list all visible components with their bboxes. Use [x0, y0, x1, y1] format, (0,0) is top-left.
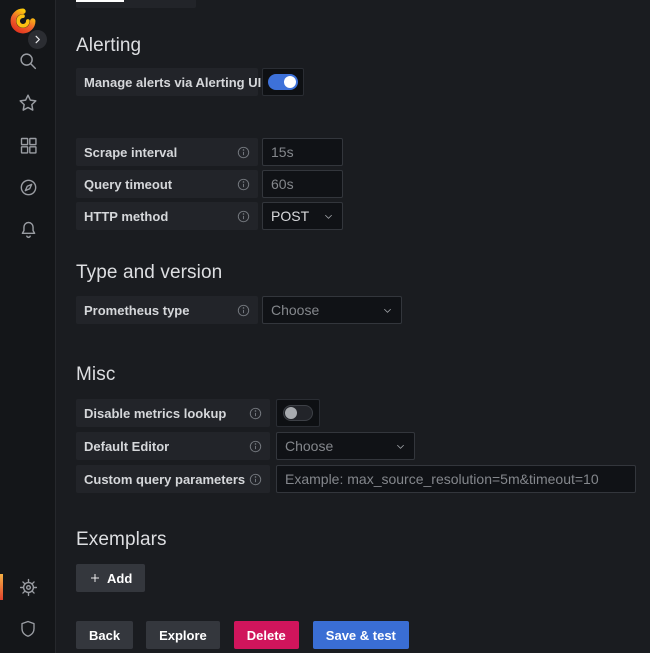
active-underline [76, 0, 124, 2]
chevron-down-icon [395, 441, 406, 452]
chevron-down-icon [382, 305, 393, 316]
truncated-element-top [76, 0, 196, 8]
section-title-misc: Misc [76, 365, 650, 385]
sidebar-item-starred[interactable] [8, 89, 48, 117]
field-row-default-editor: Default Editor Choose [76, 432, 650, 460]
field-label-box: Scrape interval [76, 138, 258, 166]
manage-alerts-toggle[interactable] [262, 68, 304, 96]
field-label-box: Default Editor [76, 432, 270, 460]
add-button-label: Add [107, 571, 132, 586]
default-editor-select[interactable]: Choose [276, 432, 415, 460]
field-label: Query timeout [84, 177, 172, 192]
toggle-knob [285, 407, 297, 419]
apps-grid-icon [18, 135, 39, 156]
sidebar-item-configuration[interactable] [8, 573, 48, 601]
info-icon[interactable] [249, 473, 262, 486]
toggle-knob [284, 76, 296, 88]
misc-group: Disable metrics lookup Default Editor Ch… [76, 399, 650, 493]
bell-icon [18, 219, 39, 240]
field-label: Manage alerts via Alerting UI [84, 75, 261, 90]
disable-metrics-lookup-toggle[interactable] [276, 399, 320, 427]
query-timeout-input[interactable] [262, 170, 343, 198]
field-row-http-method: HTTP method POST [76, 202, 650, 230]
prometheus-type-select[interactable]: Choose [262, 296, 402, 324]
field-label-box: HTTP method [76, 202, 258, 230]
field-row-disable-metrics-lookup: Disable metrics lookup [76, 399, 650, 427]
field-label: HTTP method [84, 209, 168, 224]
toggle-off [283, 405, 313, 421]
section-title-type-and-version: Type and version [76, 263, 650, 283]
sidebar-active-indicator [0, 574, 3, 600]
scrape-interval-input[interactable] [262, 138, 343, 166]
field-row-query-timeout: Query timeout [76, 170, 650, 198]
field-row-manage-alerts: Manage alerts via Alerting UI [76, 68, 650, 96]
default-editor-placeholder: Choose [285, 438, 333, 454]
chevron-down-icon [323, 211, 334, 222]
delete-button[interactable]: Delete [234, 621, 299, 649]
field-row-scrape-interval: Scrape interval [76, 138, 650, 166]
chevron-right-icon [32, 34, 43, 45]
field-label-box: Manage alerts via Alerting UI [76, 68, 258, 96]
info-icon[interactable] [249, 407, 262, 420]
add-exemplar-button[interactable]: Add [76, 564, 145, 592]
field-label: Scrape interval [84, 145, 177, 160]
section-title-alerting: Alerting [76, 36, 650, 56]
sidebar-item-server-admin[interactable] [8, 615, 48, 643]
toggle-on [268, 74, 298, 90]
field-label: Default Editor [84, 439, 169, 454]
field-label: Prometheus type [84, 303, 189, 318]
compass-icon [18, 177, 39, 198]
http-method-value: POST [271, 208, 309, 224]
field-label-box: Query timeout [76, 170, 258, 198]
field-label-box: Disable metrics lookup [76, 399, 270, 427]
plus-icon [89, 572, 101, 584]
section-title-exemplars: Exemplars [76, 530, 650, 550]
sidebar-item-search[interactable] [8, 47, 48, 75]
custom-query-parameters-input[interactable] [276, 465, 636, 493]
back-button[interactable]: Back [76, 621, 133, 649]
sidebar-item-alerting[interactable] [8, 215, 48, 243]
info-icon[interactable] [237, 304, 250, 317]
sidebar-item-dashboards[interactable] [8, 131, 48, 159]
http-method-select[interactable]: POST [262, 202, 343, 230]
search-icon [17, 50, 39, 72]
field-label-box: Prometheus type [76, 296, 258, 324]
footer-actions: Back Explore Delete Save & test [76, 621, 650, 649]
http-settings-group: Scrape interval Query timeout HTTP metho… [76, 138, 650, 230]
info-icon[interactable] [249, 440, 262, 453]
info-icon[interactable] [237, 146, 250, 159]
shield-icon [18, 619, 38, 639]
datasource-settings-page: Alerting Manage alerts via Alerting UI S… [56, 0, 650, 653]
sidebar [0, 0, 56, 653]
star-icon [17, 92, 39, 114]
sidebar-item-explore[interactable] [8, 173, 48, 201]
field-label-box: Custom query parameters [76, 465, 270, 493]
info-icon[interactable] [237, 210, 250, 223]
prometheus-type-placeholder: Choose [271, 302, 319, 318]
save-and-test-button[interactable]: Save & test [313, 621, 409, 649]
info-icon[interactable] [237, 178, 250, 191]
field-row-custom-query-parameters: Custom query parameters [76, 465, 650, 493]
field-label: Custom query parameters [84, 472, 245, 487]
explore-button[interactable]: Explore [146, 621, 220, 649]
field-label: Disable metrics lookup [84, 406, 226, 421]
gear-icon [18, 577, 39, 598]
field-row-prometheus-type: Prometheus type Choose [76, 296, 650, 324]
